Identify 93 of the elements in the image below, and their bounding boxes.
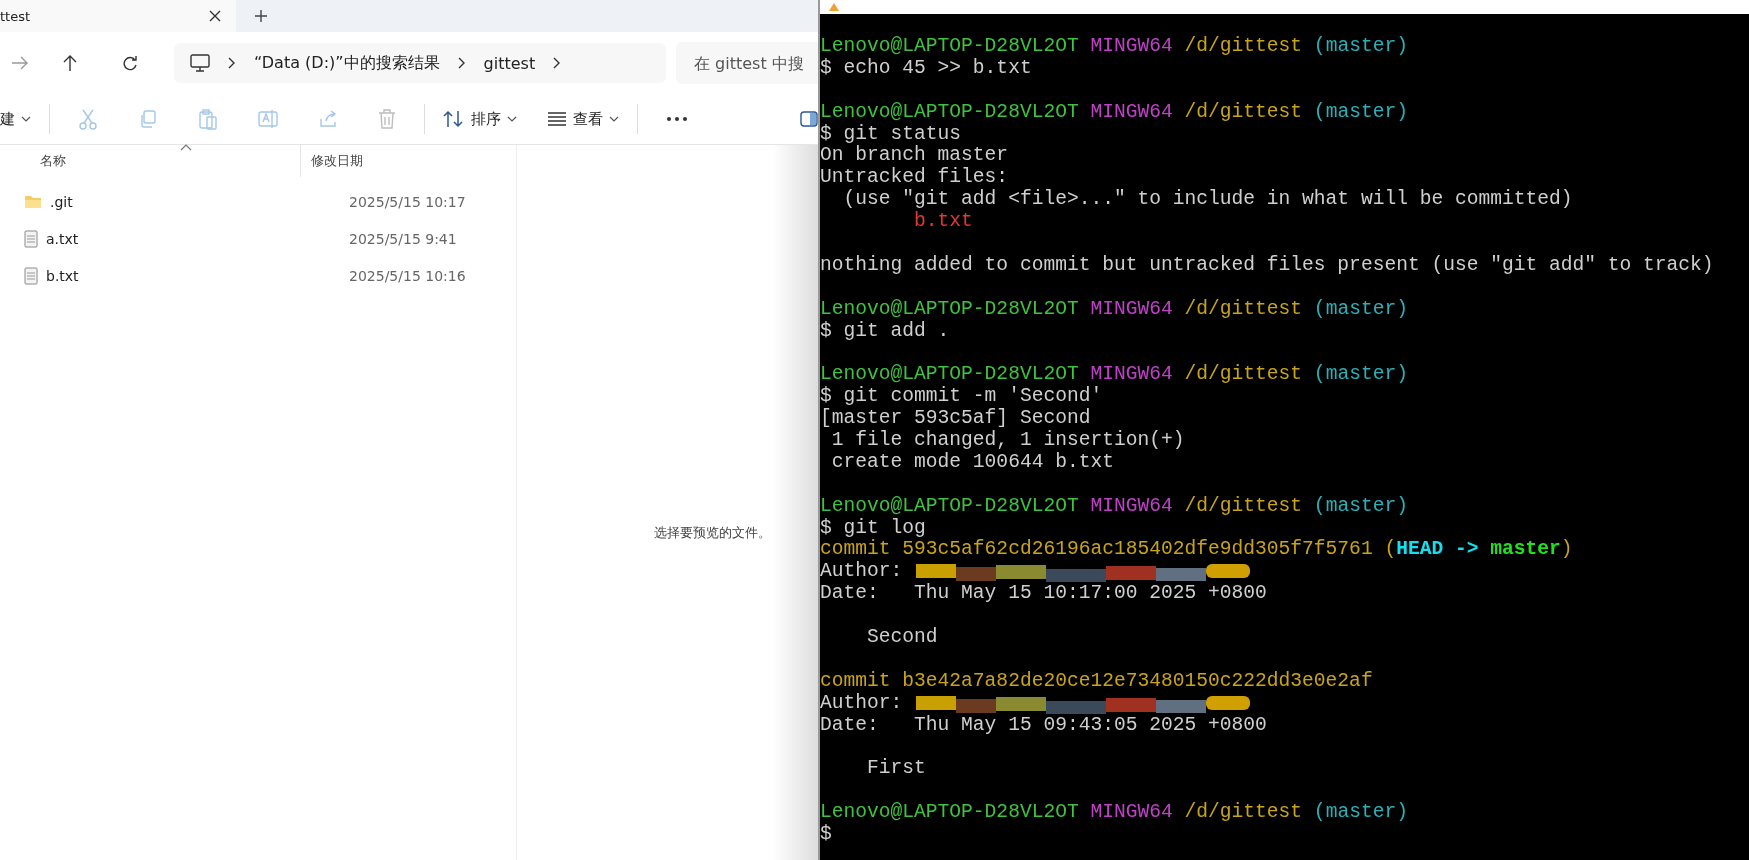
terminal-text: /d/gittest bbox=[1183, 495, 1303, 518]
breadcrumb[interactable]: gittest bbox=[483, 53, 536, 73]
terminal-text: First bbox=[866, 758, 926, 781]
computer-icon bbox=[190, 54, 210, 72]
breadcrumb[interactable]: “Data (D:)”中的搜索结果 bbox=[254, 52, 440, 74]
terminal-text: Date: Thu May 15 09:43:05 2025 +0800 bbox=[820, 714, 1267, 737]
terminal-text: $ bbox=[820, 824, 832, 846]
terminal-text: commit 593c5af62cd26196ac185402dfe9dd305f7f5761 ( bbox=[820, 539, 1397, 561]
share-icon bbox=[318, 109, 338, 129]
terminal-text: (master) bbox=[1312, 36, 1408, 58]
search-field[interactable]: 在 gittest 中搜 bbox=[676, 42, 818, 84]
terminal-text: /d/gittest bbox=[1183, 101, 1303, 124]
terminal-text: Lenovo@LAPTOP-D28VL2OT bbox=[820, 101, 1079, 124]
terminal-text: On branch master bbox=[820, 145, 1009, 167]
modified-date: 2025/5/15 10:17 bbox=[348, 193, 466, 210]
terminal-text: create mode 100644 b.txt bbox=[830, 451, 1114, 474]
more-icon bbox=[666, 116, 688, 122]
chevron-icon bbox=[609, 116, 619, 122]
chevron-icon bbox=[228, 57, 236, 69]
terminal-text: /d/gittest bbox=[1183, 364, 1303, 387]
terminal-text: Author: bbox=[820, 561, 904, 584]
terminal-text: Lenovo@LAPTOP-D28VL2OT bbox=[820, 298, 1079, 321]
chevron-icon bbox=[457, 57, 466, 69]
sort-button[interactable]: 排序 bbox=[433, 101, 527, 137]
file-name[interactable]: .git bbox=[50, 193, 73, 210]
terminal-text: $ git commit -m 'Second' bbox=[820, 386, 1103, 408]
address-bar[interactable]: “Data (D:)”中的搜索结果 gittest bbox=[174, 43, 666, 83]
terminal-text: (master) bbox=[1312, 101, 1408, 124]
new-tab-icon bbox=[254, 9, 268, 23]
terminal-text: (master) bbox=[1312, 298, 1408, 321]
text-file-icon bbox=[24, 229, 38, 248]
forward-arrow-icon bbox=[11, 56, 29, 70]
terminal-text: (master) bbox=[1312, 364, 1408, 387]
view-button[interactable]: 查看 bbox=[537, 101, 629, 137]
terminal-text: Lenovo@LAPTOP-D28VL2OT bbox=[820, 802, 1079, 824]
terminal-text: Date: Thu May 15 10:17:00 2025 +0800 bbox=[820, 583, 1267, 606]
terminal-text: HEAD -> bbox=[1396, 539, 1479, 562]
rename-icon bbox=[258, 108, 278, 130]
terminal-text: $ git status bbox=[820, 123, 962, 145]
terminal-text: MINGW64 bbox=[1089, 36, 1173, 58]
terminal-text: /d/gittest bbox=[1183, 36, 1303, 58]
terminal-text: Lenovo@LAPTOP-D28VL2OT bbox=[820, 36, 1079, 58]
terminal-text: /d/gittest bbox=[1183, 802, 1303, 825]
folder-icon bbox=[24, 194, 42, 209]
terminal-text: $ git log bbox=[820, 517, 926, 539]
chevron-icon bbox=[553, 57, 562, 69]
terminal-text: MINGW64 bbox=[1089, 802, 1173, 825]
new-button[interactable]: 建 bbox=[0, 101, 41, 137]
terminal-text: /d/gittest bbox=[1183, 298, 1303, 321]
terminal-text: commit b3e42a7a82de20ce12e73480150c222dd3e0e2af bbox=[820, 670, 1373, 693]
terminal-text: Lenovo@LAPTOP-D28VL2OT bbox=[820, 364, 1079, 386]
view-icon bbox=[547, 112, 567, 126]
terminal-text: Second bbox=[866, 627, 938, 649]
column-header[interactable]: 名称 bbox=[40, 153, 66, 168]
close-icon bbox=[208, 9, 222, 23]
modified-date: 2025/5/15 9:41 bbox=[348, 230, 457, 247]
terminal-text: (master) bbox=[1312, 495, 1408, 518]
terminal-text: Untracked files: bbox=[820, 167, 1009, 189]
terminal-text: 1 file changed, 1 insertion(+) bbox=[830, 430, 1185, 452]
text-file-icon bbox=[24, 266, 38, 285]
file-name[interactable]: b.txt bbox=[46, 267, 79, 284]
terminal-text: b.txt bbox=[913, 211, 973, 234]
sort-icon bbox=[443, 110, 465, 128]
terminal-text: $ echo 45 >> b.txt bbox=[820, 57, 1032, 80]
terminal-text: (master) bbox=[1312, 802, 1408, 825]
chevron-icon bbox=[21, 116, 31, 122]
file-name[interactable]: a.txt bbox=[46, 230, 79, 247]
pane-icon bbox=[800, 111, 818, 127]
terminal-text: nothing added to commit but untracked files present (use "git add" to track) bbox=[820, 254, 1714, 277]
terminal-text: MINGW64 bbox=[1089, 298, 1173, 321]
terminal-text: master bbox=[1489, 539, 1561, 562]
terminal-text: Lenovo@LAPTOP-D28VL2OT bbox=[820, 495, 1079, 518]
copy-icon bbox=[138, 109, 158, 129]
modified-date: 2025/5/15 10:16 bbox=[348, 267, 466, 284]
terminal-text: (use "git add <file>..." to include in what will be committed) bbox=[842, 189, 1573, 211]
app-icon bbox=[828, 2, 840, 12]
sort-caret-icon bbox=[180, 143, 192, 151]
column-header[interactable]: 修改日期 bbox=[311, 152, 363, 170]
up-arrow-icon bbox=[63, 54, 77, 72]
terminal-text: MINGW64 bbox=[1089, 101, 1173, 124]
explorer-tab[interactable]: ttest bbox=[0, 0, 236, 32]
terminal-text: $ git add . bbox=[820, 320, 950, 343]
terminal-text: MINGW64 bbox=[1089, 495, 1173, 518]
terminal-text: ) bbox=[1560, 539, 1573, 562]
terminal-text: MINGW64 bbox=[1089, 364, 1173, 386]
delete-icon bbox=[378, 108, 396, 130]
chevron-icon bbox=[507, 116, 517, 122]
preview-hint: 选择要预览的文件。 bbox=[654, 523, 771, 542]
terminal-text: Author: bbox=[820, 692, 904, 715]
paste-icon bbox=[198, 108, 218, 130]
cut-icon bbox=[78, 108, 98, 130]
terminal-text: [master 593c5af] Second bbox=[820, 408, 1091, 430]
refresh-icon bbox=[122, 55, 138, 71]
